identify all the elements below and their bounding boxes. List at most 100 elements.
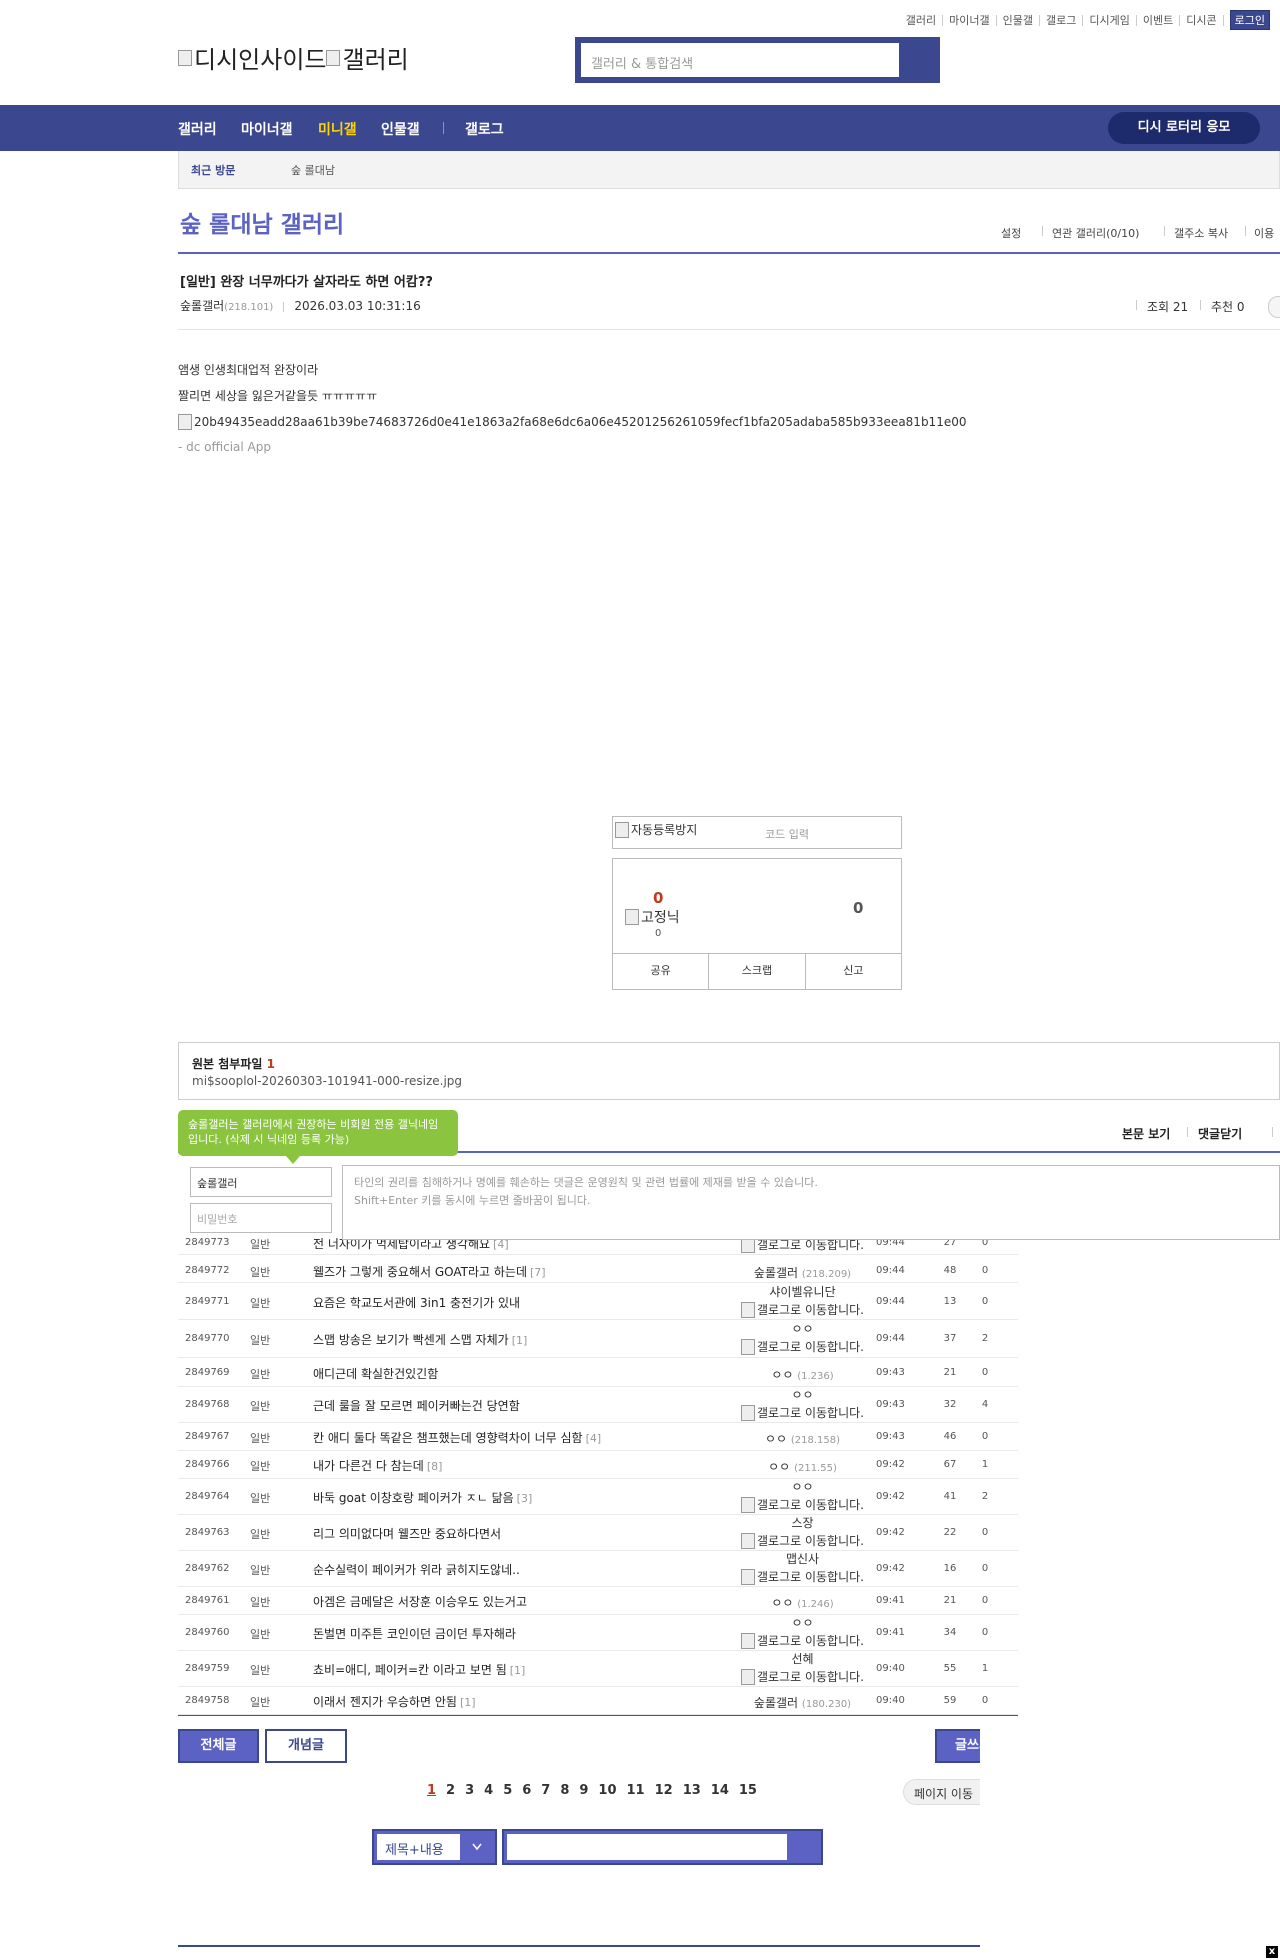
page-12[interactable]: 12 [655, 1783, 673, 1798]
table-row[interactable]: 2849771 일반 요즘은 학교도서관에 3in1 충전기가 있내 샤이벨유니단 갤로… [178, 1284, 1018, 1320]
table-row[interactable]: 2849768 일반 근데 룰을 잘 모르면 페이커빠는건 당연함 ㅇㅇ 갤로그로 이동… [178, 1387, 1018, 1423]
page-2[interactable]: 2 [446, 1783, 455, 1798]
post-writer[interactable]: ㅇㅇ (218.158) [710, 1430, 895, 1447]
comment-count[interactable]: [4] [586, 1432, 602, 1445]
gallog-link[interactable]: 갤로그로 이동합니다. [710, 1568, 895, 1585]
nav-gallery[interactable]: 갤러리 [178, 119, 217, 139]
all-posts-button[interactable]: 전체글 [178, 1729, 259, 1763]
top-link-dccon[interactable]: 디시콘 [1180, 14, 1224, 26]
page-11[interactable]: 11 [627, 1783, 645, 1798]
post-writer[interactable]: ㅇㅇ [710, 1481, 895, 1493]
comment-count[interactable]: [1] [460, 1696, 476, 1709]
top-link-person[interactable]: 인물갤 [997, 14, 1041, 26]
page-9[interactable]: 9 [579, 1783, 588, 1798]
table-row[interactable]: 2849772 일반 웰즈가 그렇게 중요해서 GOAT라고 하는데 [7] 숲롤갤러 … [178, 1259, 1018, 1283]
table-row[interactable]: 2849762 일반 순수실력이 페이커가 위라 긁히지도않네.. 맵신사 갤로그로 이… [178, 1551, 1018, 1587]
comment-count[interactable]: [3] [517, 1492, 533, 1505]
comment-count-badge[interactable] [1268, 296, 1280, 318]
table-row[interactable]: 2849763 일반 리그 의미없다며 웰즈만 중요하다면서 스장 갤로그로 이동합니다… [178, 1515, 1018, 1551]
post-title-link[interactable]: 애디근데 확실한건있긴함 [313, 1365, 438, 1382]
table-row[interactable]: 2849759 일반 쵸비=애디, 페이커=칸 이라고 보면 됨 [1] 선혜 갤로그로 … [178, 1651, 1018, 1687]
nav-gallog[interactable]: 갤로그 [465, 119, 504, 139]
share-button[interactable]: 공유 [613, 954, 710, 989]
table-row[interactable]: 2849766 일반 내가 다른건 다 참는데 [8] ㅇㅇ (211.55) 09:42… [178, 1451, 1018, 1479]
usage-link[interactable]: 이용 [1254, 225, 1274, 241]
top-link-minor[interactable]: 마이너갤 [943, 14, 997, 26]
post-title-link[interactable]: 리그 의미없다며 웰즈만 중요하다면서 [313, 1525, 501, 1542]
page-13[interactable]: 13 [683, 1783, 701, 1798]
post-writer[interactable]: 맵신사 [710, 1553, 895, 1565]
post-title-link[interactable]: 돈벌면 미주튼 코인이던 금이던 투자해라 [313, 1625, 516, 1642]
post-author[interactable]: 숲롤갤러 [180, 299, 224, 313]
gallog-link[interactable]: 갤로그로 이동합니다. [710, 1338, 895, 1355]
downvote-count[interactable]: 0 [853, 899, 863, 917]
page-14[interactable]: 14 [711, 1783, 729, 1798]
post-title-link[interactable]: 이래서 젠지가 우승하면 안됨 [1] [313, 1693, 476, 1710]
recommended-posts-button[interactable]: 개념글 [265, 1729, 347, 1763]
comment-count[interactable]: [1] [512, 1334, 528, 1347]
post-title-link[interactable]: 순수실력이 페이커가 위라 긁히지도않네.. [313, 1561, 520, 1578]
table-row[interactable]: 2849764 일반 바둑 goat 이창호랑 페이커가 ㅈㄴ 닮음 [3] ㅇㅇ 갤로그… [178, 1479, 1018, 1515]
page-move-button[interactable]: 페이지 이동 [903, 1779, 980, 1805]
page-15[interactable]: 15 [739, 1783, 757, 1798]
page-4[interactable]: 4 [484, 1783, 493, 1798]
captcha-input[interactable]: 코드 입력 [765, 826, 809, 842]
page-3[interactable]: 3 [465, 1783, 474, 1798]
gallog-link[interactable]: 갤로그로 이동합니다. [710, 1668, 895, 1685]
post-writer[interactable]: ㅇㅇ (1.246) [710, 1594, 895, 1611]
login-button[interactable]: 로그인 [1229, 10, 1270, 30]
post-writer[interactable]: 샤이벨유니단 [710, 1286, 895, 1298]
top-link-dcgame[interactable]: 디시게임 [1083, 14, 1137, 26]
page-7[interactable]: 7 [541, 1783, 550, 1798]
comment-count[interactable]: [1] [510, 1664, 526, 1677]
page-1[interactable]: 1 [427, 1783, 436, 1798]
gallog-link[interactable]: 갤로그로 이동합니다. [710, 1496, 895, 1513]
post-title-link[interactable]: 웰즈가 그렇게 중요해서 GOAT라고 하는데 [7] [313, 1263, 546, 1280]
post-image[interactable]: 20b49435eadd28aa61b39be74683726d0e41e186… [178, 414, 966, 430]
post-title-link[interactable]: 아겜은 금메달은 서장훈 이승우도 있는거고 [313, 1593, 527, 1610]
site-logo[interactable]: 디시인사이드 갤러리 [178, 40, 409, 75]
post-writer[interactable]: ㅇㅇ [710, 1323, 895, 1335]
post-writer[interactable]: ㅇㅇ [710, 1617, 895, 1629]
nav-person[interactable]: 인물갤 [381, 119, 420, 139]
table-row[interactable]: 2849758 일반 이래서 젠지가 우승하면 안됨 [1] 숲롤갤러 (180.230… [178, 1687, 1018, 1715]
lottery-button[interactable]: 디시 로터리 응모 [1108, 112, 1260, 144]
bottom-search-input[interactable] [507, 1834, 787, 1860]
gallog-link[interactable]: 갤로그로 이동합니다. [710, 1404, 895, 1421]
nav-mini[interactable]: 미니갤 [318, 119, 357, 139]
close-comments-link[interactable]: 댓글닫기 [1198, 1125, 1242, 1142]
recent-visit-item[interactable]: 숲 롤대남 [291, 162, 335, 178]
post-writer[interactable]: 선혜 [710, 1653, 895, 1665]
fixed-nick-upvote[interactable]: 고정닉 [625, 907, 680, 927]
comment-password-input[interactable]: 비밀번호 [190, 1203, 332, 1233]
table-row[interactable]: 2849760 일반 돈벌면 미주튼 코인이던 금이던 투자해라 ㅇㅇ 갤로그로 이동합… [178, 1615, 1018, 1651]
bottom-search-button[interactable] [789, 1831, 821, 1863]
top-link-event[interactable]: 이벤트 [1137, 14, 1181, 26]
gallery-title[interactable]: 숲 롤대남 갤러리 [180, 205, 344, 239]
page-6[interactable]: 6 [522, 1783, 531, 1798]
copy-gallery-url-link[interactable]: 갤주소 복사 [1174, 225, 1228, 241]
post-title-link[interactable]: 스맵 방송은 보기가 빡센게 스맵 자체가 [1] [313, 1331, 527, 1348]
search-button[interactable] [901, 39, 938, 81]
close-icon[interactable]: x [1266, 1946, 1278, 1958]
table-row[interactable]: 2849761 일반 아겜은 금메달은 서장훈 이승우도 있는거고 ㅇㅇ (1.246… [178, 1587, 1018, 1615]
post-writer[interactable]: ㅇㅇ (211.55) [710, 1458, 895, 1475]
post-writer[interactable]: ㅇㅇ (1.236) [710, 1366, 895, 1383]
post-title-link[interactable]: 근데 룰을 잘 모르면 페이커빠는건 당연함 [313, 1397, 520, 1414]
view-post-link[interactable]: 본문 보기 [1122, 1125, 1170, 1142]
post-writer[interactable]: 스장 [710, 1517, 895, 1529]
recent-visit-label[interactable]: 최근 방문 [191, 162, 235, 178]
gallog-link[interactable]: 갤로그로 이동합니다. [710, 1532, 895, 1549]
upvote-count[interactable]: 0 [653, 889, 663, 907]
gallery-settings-link[interactable]: 설정 [1001, 225, 1021, 241]
post-writer[interactable]: ㅇㅇ [710, 1389, 895, 1401]
comment-count[interactable]: [7] [530, 1266, 546, 1279]
search-input[interactable]: 갤러리 & 통합검색 [581, 43, 899, 77]
post-title-link[interactable]: 내가 다른건 다 참는데 [8] [313, 1457, 442, 1474]
table-row[interactable]: 2849767 일반 칸 애디 둘다 똑같은 챔프했는데 영향력차이 너무 심함 [4… [178, 1423, 1018, 1451]
table-row[interactable]: 2849770 일반 스맵 방송은 보기가 빡센게 스맵 자체가 [1] ㅇㅇ 갤로그로 … [178, 1320, 1018, 1358]
top-link-gallog[interactable]: 갤로그 [1040, 14, 1084, 26]
write-button[interactable]: 글쓰기 [935, 1729, 980, 1763]
top-link-gallery[interactable]: 갤러리 [900, 14, 944, 26]
comment-textarea[interactable]: 타인의 권리를 침해하거나 명예를 훼손하는 댓글은 운영원칙 및 관련 법률에… [342, 1165, 1280, 1240]
